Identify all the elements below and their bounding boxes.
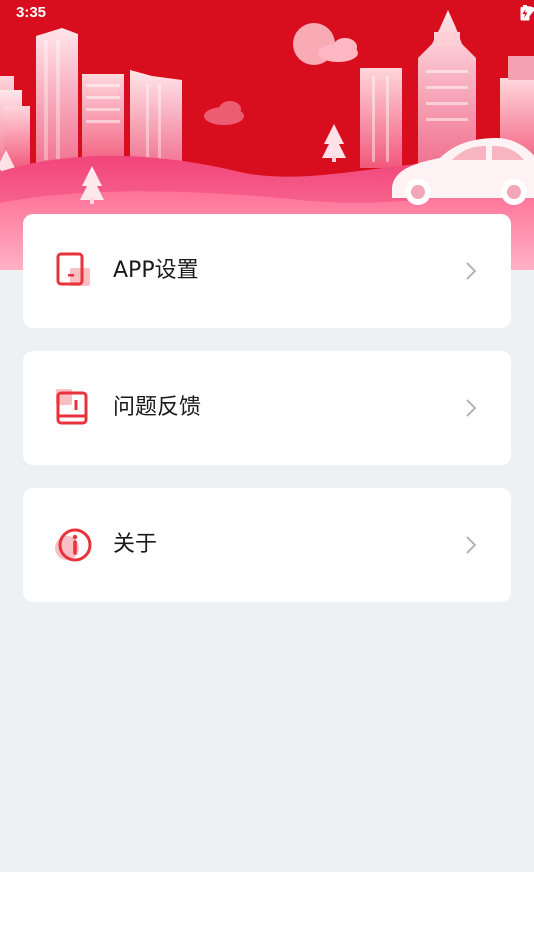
chevron-right-icon bbox=[466, 262, 477, 280]
menu-item-about[interactable]: 关于 bbox=[23, 488, 511, 602]
menu-item-app-settings[interactable]: APP设置 bbox=[23, 214, 511, 328]
feedback-book-icon bbox=[54, 387, 94, 427]
battery-charging-icon bbox=[520, 5, 530, 21]
menu-item-label: 关于 bbox=[113, 532, 158, 557]
app-screen: 3:35 APP设置 问题反馈 关于 bbox=[0, 0, 534, 950]
status-bar: 3:35 bbox=[0, 0, 534, 28]
chevron-right-icon bbox=[466, 536, 477, 554]
info-icon bbox=[54, 524, 94, 564]
chevron-right-icon bbox=[466, 399, 477, 417]
phone-settings-icon bbox=[54, 250, 94, 290]
menu-item-label: APP设置 bbox=[113, 258, 199, 283]
menu-item-label: 问题反馈 bbox=[113, 395, 202, 420]
menu-item-feedback[interactable]: 问题反馈 bbox=[23, 351, 511, 465]
status-time: 3:35 bbox=[16, 4, 47, 21]
bottom-area bbox=[0, 872, 534, 950]
